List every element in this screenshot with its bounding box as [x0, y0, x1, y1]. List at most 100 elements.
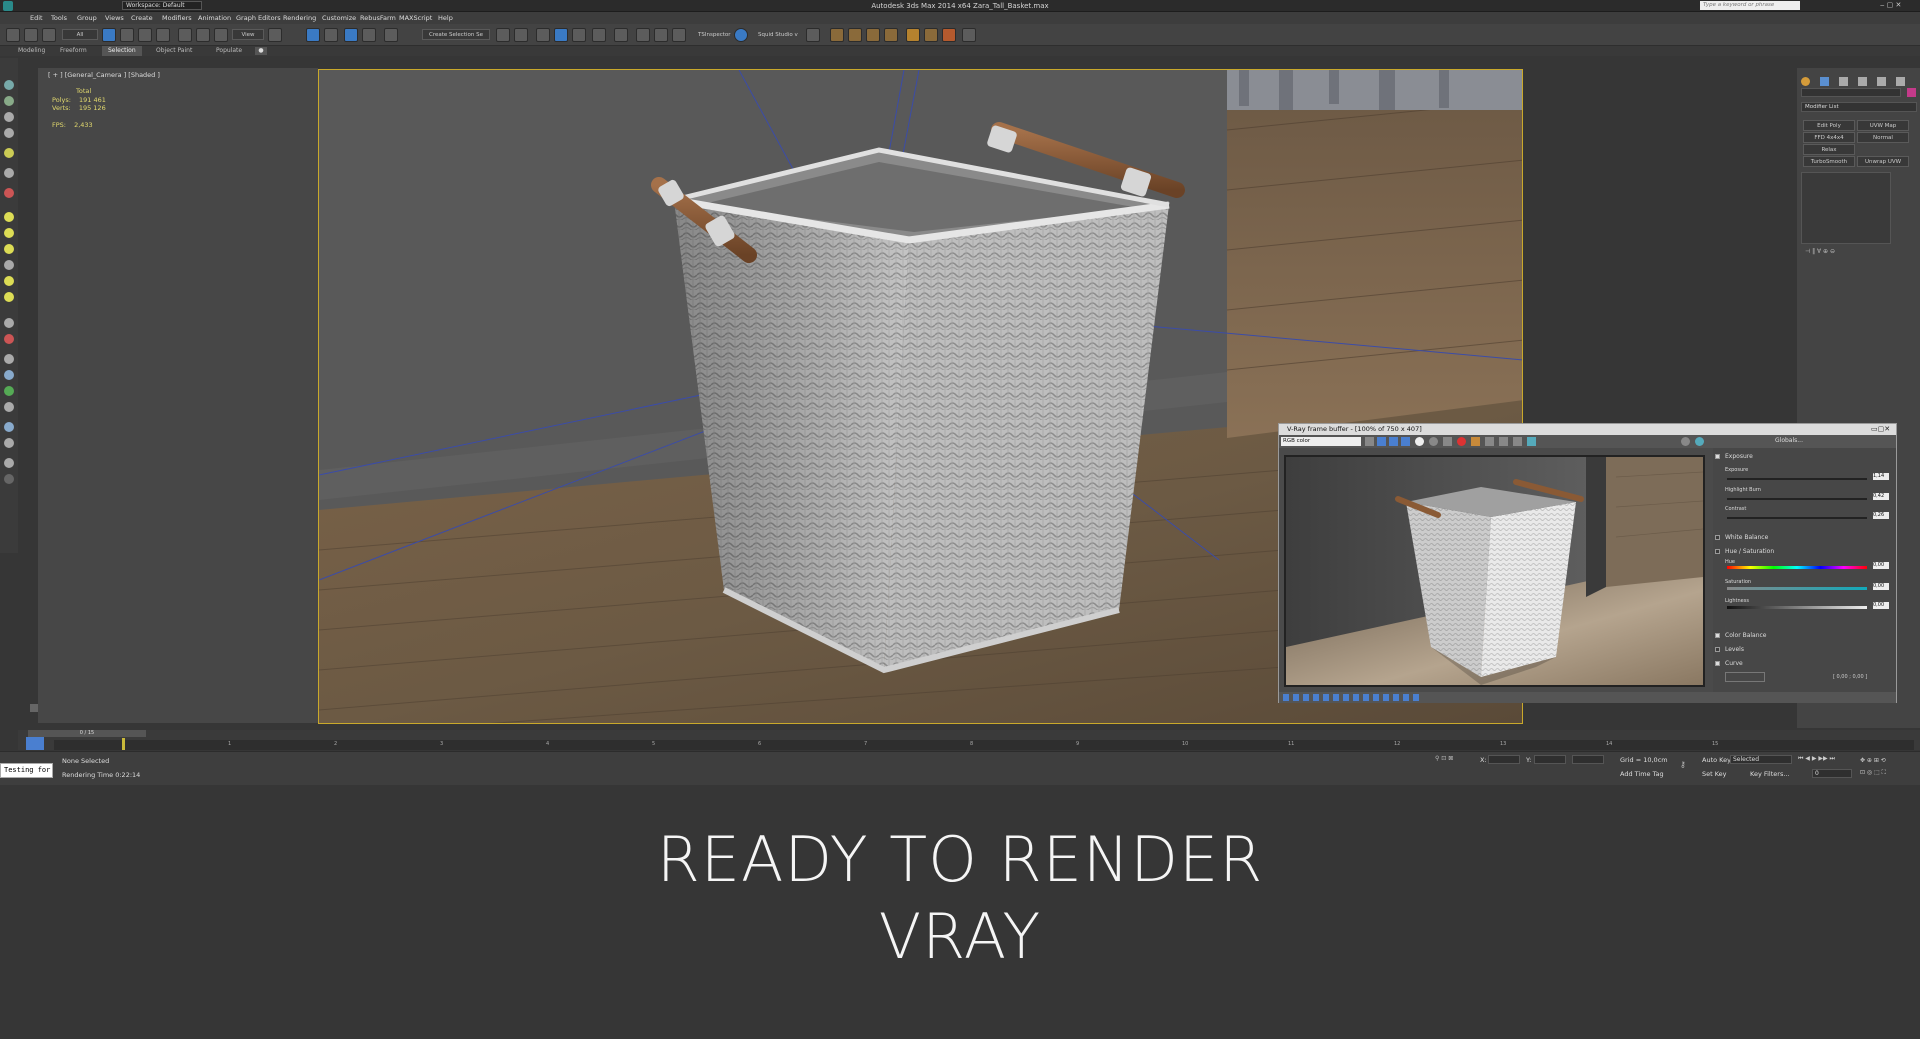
schematic-view-icon[interactable]: [592, 28, 606, 42]
timeline-track[interactable]: [54, 740, 1914, 750]
vfb-blue-channel-icon[interactable]: [1401, 437, 1410, 446]
text-icon[interactable]: [4, 458, 14, 468]
search-input[interactable]: Type a keyword or phrase: [1700, 1, 1800, 10]
ribbon-toggle-icon[interactable]: ●: [255, 47, 267, 55]
menu-maxscript[interactable]: MAXScript: [399, 12, 432, 24]
link-icon[interactable]: [42, 28, 56, 42]
color-balance-section[interactable]: Color Balance: [1713, 630, 1883, 641]
vfb-window-controls[interactable]: ▭▢✕: [1871, 425, 1890, 433]
stack-controls[interactable]: ⊣ ‖ ∀ ⊕ ⊖: [1805, 248, 1885, 256]
squid-studio-label[interactable]: Squid Studio v: [758, 32, 798, 38]
script-icon-2[interactable]: [848, 28, 862, 42]
lightness-slider[interactable]: [1727, 606, 1867, 609]
turbosmooth-button[interactable]: TurboSmooth: [1803, 156, 1855, 167]
contrast-slider[interactable]: [1727, 517, 1867, 519]
highlight-burn-value[interactable]: 0,42: [1873, 493, 1889, 500]
sphere-icon[interactable]: [4, 422, 14, 432]
create-geometry-icon[interactable]: [4, 80, 14, 90]
add-time-tag[interactable]: Add Time Tag: [1620, 770, 1664, 778]
vfb-mono-icon[interactable]: [1429, 437, 1438, 446]
set-key-button[interactable]: Set Key: [1702, 770, 1727, 778]
hue-saturation-section[interactable]: Hue / Saturation: [1713, 546, 1883, 557]
material-editor-icon[interactable]: [614, 28, 628, 42]
menu-customize[interactable]: Customize: [322, 12, 356, 24]
relax-button[interactable]: Relax: [1803, 144, 1855, 155]
snap-toggle-icon[interactable]: [306, 28, 320, 42]
curve-preview[interactable]: [1725, 672, 1765, 682]
menu-rebusfarm[interactable]: RebusFarm: [360, 12, 396, 24]
window-controls[interactable]: ‒ ▢ ✕: [1880, 1, 1901, 9]
rectangle-region-icon[interactable]: [138, 28, 152, 42]
ref-coord-dropdown[interactable]: View: [232, 29, 264, 40]
light-direct-icon[interactable]: [4, 244, 14, 254]
rotate-icon[interactable]: [196, 28, 210, 42]
render-production-icon[interactable]: [672, 28, 686, 42]
motion-tab-icon[interactable]: [1858, 77, 1868, 86]
timeline[interactable]: 0 / 15 1 2 3 4 5 6 7 8 9 10 11 12 13 14 …: [18, 730, 1920, 750]
plugin-globe-icon[interactable]: [734, 28, 748, 42]
levels-section[interactable]: Levels: [1713, 644, 1883, 655]
script-icon-3[interactable]: [866, 28, 880, 42]
time-cursor[interactable]: [122, 738, 125, 750]
modifier-list-dropdown[interactable]: Modifier List: [1801, 102, 1917, 112]
tab-freeform[interactable]: Freeform: [54, 46, 93, 56]
key-icon[interactable]: ⚷: [1680, 760, 1694, 770]
highlight-burn-slider[interactable]: [1727, 498, 1867, 500]
menu-animation[interactable]: Animation: [198, 12, 231, 24]
script-icon-6[interactable]: [942, 28, 956, 42]
vfb-eye-icon[interactable]: [1695, 437, 1704, 446]
tab-populate[interactable]: Populate: [210, 46, 248, 56]
vfb-track-icon[interactable]: [1499, 437, 1508, 446]
rendered-frame-window-icon[interactable]: [654, 28, 668, 42]
vfb-title-bar[interactable]: V-Ray frame buffer - [100% of 750 x 407]: [1279, 424, 1896, 435]
create-cameras-icon[interactable]: [4, 128, 14, 138]
tool-icon-1[interactable]: [4, 318, 14, 328]
vfb-green-channel-icon[interactable]: [1389, 437, 1398, 446]
select-object-icon[interactable]: [102, 28, 116, 42]
light-skylight-icon[interactable]: [4, 260, 14, 270]
vfb-channel-dropdown[interactable]: RGB color: [1281, 437, 1361, 446]
viewport-nav-controls[interactable]: ✥ ⊕ ⊞ ⟲ ⊡ ◎ ⬚ ⛶: [1860, 755, 1916, 779]
vfb-red-channel-icon[interactable]: [1377, 437, 1386, 446]
light-spot-icon[interactable]: [4, 228, 14, 238]
vfb-bottom-icons[interactable]: [1283, 694, 1423, 701]
tool-icon-5[interactable]: [4, 386, 14, 396]
playback-controls[interactable]: ⏮ ◀ ▶ ▶▶ ⏭: [1798, 755, 1854, 764]
menu-tools[interactable]: Tools: [51, 12, 67, 24]
vfb-clear-icon[interactable]: [1443, 437, 1452, 446]
exposure-slider[interactable]: [1727, 478, 1867, 480]
gear-icon[interactable]: [806, 28, 820, 42]
graphite-toggle-icon[interactable]: [554, 28, 568, 42]
object-name-field[interactable]: [1801, 88, 1901, 97]
tool-icon-4[interactable]: [4, 370, 14, 380]
timeline-mini-curve-icon[interactable]: [26, 737, 44, 750]
viewport-label[interactable]: [ + ] [General_Camera ] [Shaded ]: [48, 71, 160, 79]
spinner-snap-icon[interactable]: [362, 28, 376, 42]
hue-slider[interactable]: [1727, 566, 1867, 569]
vfb-region-icon[interactable]: [1485, 437, 1494, 446]
light-omni-icon[interactable]: [4, 212, 14, 222]
saturation-value[interactable]: 0,00: [1873, 583, 1889, 590]
exposure-section[interactable]: Exposure: [1713, 451, 1883, 462]
scale-icon[interactable]: [214, 28, 228, 42]
curve-section[interactable]: Curve: [1713, 658, 1883, 669]
menu-create[interactable]: Create: [131, 12, 153, 24]
selected-dropdown[interactable]: Selected: [1730, 755, 1792, 764]
menu-views[interactable]: Views: [105, 12, 124, 24]
box-icon[interactable]: [4, 438, 14, 448]
normal-button[interactable]: Normal: [1857, 132, 1909, 143]
maxscript-listener[interactable]: Testing for: [0, 763, 53, 778]
systems-icon[interactable]: [4, 188, 14, 198]
auto-key-button[interactable]: Auto Key: [1702, 756, 1731, 764]
menu-group[interactable]: Group: [77, 12, 97, 24]
select-by-name-icon[interactable]: [120, 28, 134, 42]
percent-snap-icon[interactable]: [344, 28, 358, 42]
vfb-alpha-icon[interactable]: [1415, 437, 1424, 446]
cart-icon[interactable]: [962, 28, 976, 42]
named-selection-dropdown[interactable]: Create Selection Se: [422, 29, 490, 40]
create-lights-icon[interactable]: [4, 112, 14, 122]
menu-help[interactable]: Help: [438, 12, 453, 24]
tool-icon-6[interactable]: [4, 402, 14, 412]
display-tab-icon[interactable]: [1877, 77, 1887, 86]
tsinspector-label[interactable]: TSInspector: [698, 32, 731, 38]
